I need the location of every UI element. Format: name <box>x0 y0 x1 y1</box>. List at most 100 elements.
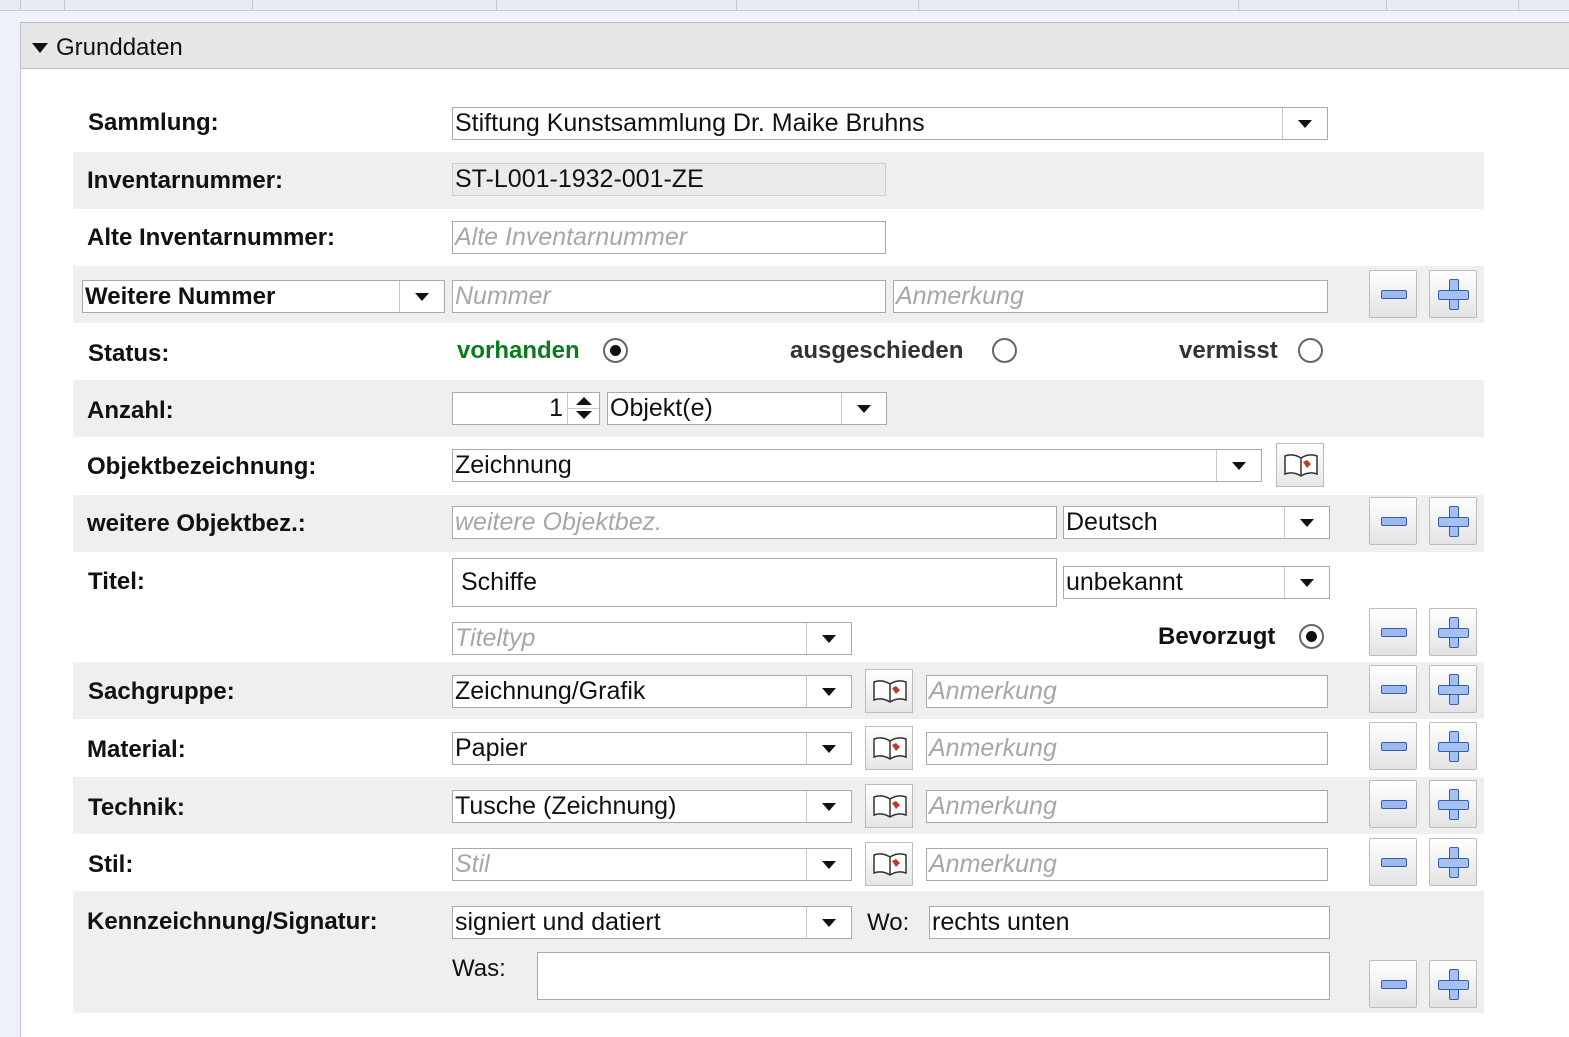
chevron-down-icon[interactable] <box>806 849 851 880</box>
plus-icon <box>1450 629 1458 637</box>
stil-label: Stil: <box>88 851 134 878</box>
chevron-down-icon[interactable] <box>1282 108 1327 139</box>
thesaurus-book-button[interactable] <box>865 726 913 770</box>
chevron-down-icon[interactable] <box>806 791 851 822</box>
plus-icon <box>1450 859 1458 867</box>
add-technik-button[interactable] <box>1429 780 1477 828</box>
inventarnummer-field: ST-L001-1932-001-ZE <box>452 163 886 196</box>
titel-input[interactable]: Schiffe <box>452 558 1057 607</box>
thesaurus-book-button[interactable] <box>865 669 913 713</box>
tab-divider <box>496 0 497 10</box>
add-weitere-nummer-button[interactable] <box>1429 270 1477 318</box>
weitere-objektbez-language-select[interactable]: Deutsch <box>1063 506 1330 539</box>
remove-weitere-objektbez-button[interactable] <box>1369 497 1417 545</box>
book-icon <box>873 680 907 703</box>
tab-divider <box>1518 0 1519 10</box>
objektbezeichnung-select[interactable]: Zeichnung <box>452 449 1262 482</box>
technik-anmerkung-input[interactable]: Anmerkung <box>926 790 1328 823</box>
plus-icon <box>1450 981 1458 989</box>
status-option-ausgeschieden[interactable]: ausgeschieden <box>790 337 963 365</box>
remove-technik-button[interactable] <box>1369 780 1417 828</box>
wo-input[interactable]: rechts unten <box>929 906 1330 939</box>
section-title: Grunddaten <box>56 34 183 61</box>
chevron-down-icon[interactable] <box>806 623 851 654</box>
add-titel-button[interactable] <box>1429 608 1477 656</box>
status-label: Status: <box>88 340 170 367</box>
stil-select[interactable]: Stil <box>452 848 852 881</box>
alte-inventarnummer-label: Alte Inventarnummer: <box>87 224 336 251</box>
status-radio-vorhanden[interactable] <box>603 338 628 363</box>
placeholder-text: Anmerkung <box>929 677 1057 705</box>
remove-weitere-nummer-button[interactable] <box>1369 270 1417 318</box>
remove-sachgruppe-button[interactable] <box>1369 665 1417 713</box>
language-value: Deutsch <box>1066 508 1158 536</box>
sachgruppe-label: Sachgruppe: <box>88 678 235 705</box>
nummer-input[interactable]: Nummer <box>452 280 886 313</box>
placeholder-text: Titeltyp <box>455 624 536 652</box>
titeltyp-select[interactable]: Titeltyp <box>452 622 852 655</box>
sachgruppe-select[interactable]: Zeichnung/Grafik <box>452 675 852 708</box>
remove-stil-button[interactable] <box>1369 838 1417 886</box>
status-radio-vermisst[interactable] <box>1298 338 1323 363</box>
chevron-down-icon[interactable] <box>399 281 444 312</box>
plus-icon <box>1450 743 1458 751</box>
material-label: Material: <box>87 736 186 763</box>
add-material-button[interactable] <box>1429 722 1477 770</box>
status-option-vorhanden[interactable]: vorhanden <box>457 337 580 365</box>
sachgruppe-anmerkung-input[interactable]: Anmerkung <box>926 675 1328 708</box>
titel-qualifier-select[interactable]: unbekannt <box>1063 566 1330 599</box>
wo-label: Wo: <box>867 909 910 936</box>
chevron-down-icon[interactable] <box>1284 507 1329 538</box>
tab-divider <box>64 0 65 10</box>
status-option-vermisst[interactable]: vermisst <box>1179 337 1278 365</box>
sammlung-value: Stiftung Kunstsammlung Dr. Maike Bruhns <box>455 109 925 137</box>
kennzeichnung-select[interactable]: signiert und datiert <box>452 906 852 939</box>
thesaurus-book-button[interactable] <box>865 784 913 828</box>
chevron-down-icon[interactable] <box>1216 450 1261 481</box>
anzahl-stepper[interactable]: 1 <box>452 392 600 425</box>
section-header[interactable] <box>20 22 1569 69</box>
weitere-nummer-anmerkung-input[interactable]: Anmerkung <box>893 280 1328 313</box>
add-sachgruppe-button[interactable] <box>1429 665 1477 713</box>
weitere-nummer-label: Weitere Nummer <box>85 283 276 310</box>
technik-select[interactable]: Tusche (Zeichnung) <box>452 790 852 823</box>
was-input[interactable] <box>537 952 1330 1000</box>
chevron-down-icon[interactable] <box>806 676 851 707</box>
was-label: Was: <box>452 955 506 982</box>
thesaurus-book-button[interactable] <box>865 842 913 886</box>
weitere-objektbez-input[interactable]: weitere Objektbez. <box>452 506 1057 539</box>
remove-titel-button[interactable] <box>1369 608 1417 656</box>
thesaurus-book-button[interactable] <box>1276 443 1324 487</box>
stepper-arrows-icon[interactable] <box>567 393 599 424</box>
book-icon <box>1284 454 1318 477</box>
status-radio-ausgeschieden[interactable] <box>992 338 1017 363</box>
chevron-down-icon[interactable] <box>841 393 886 424</box>
collapse-triangle-icon[interactable] <box>32 43 48 53</box>
stepper-up-icon[interactable] <box>576 397 592 405</box>
bevorzugt-radio[interactable] <box>1299 624 1324 649</box>
stepper-down-icon[interactable] <box>576 411 592 419</box>
plus-icon <box>1450 686 1458 694</box>
material-anmerkung-input[interactable]: Anmerkung <box>926 732 1328 765</box>
material-select[interactable]: Papier <box>452 732 852 765</box>
chevron-down-icon[interactable] <box>806 907 851 938</box>
tab-divider <box>736 0 737 10</box>
anzahl-label: Anzahl: <box>87 397 174 424</box>
alte-inventarnummer-input[interactable]: Alte Inventarnummer <box>452 221 886 254</box>
sammlung-select[interactable]: Stiftung Kunstsammlung Dr. Maike Bruhns <box>452 107 1328 140</box>
add-stil-button[interactable] <box>1429 838 1477 886</box>
technik-value: Tusche (Zeichnung) <box>455 792 677 820</box>
material-value: Papier <box>455 734 528 762</box>
anzahl-unit-select[interactable]: Objekt(e) <box>607 392 887 425</box>
chevron-down-icon[interactable] <box>806 733 851 764</box>
weitere-nummer-select[interactable]: Weitere Nummer <box>82 280 445 313</box>
remove-kennzeichnung-button[interactable] <box>1369 960 1417 1008</box>
plus-icon <box>1450 291 1458 299</box>
stil-anmerkung-input[interactable]: Anmerkung <box>926 848 1328 881</box>
tab-divider <box>1386 0 1387 10</box>
add-kennzeichnung-button[interactable] <box>1429 960 1477 1008</box>
sachgruppe-value: Zeichnung/Grafik <box>455 677 646 705</box>
add-weitere-objektbez-button[interactable] <box>1429 497 1477 545</box>
chevron-down-icon[interactable] <box>1284 567 1329 598</box>
remove-material-button[interactable] <box>1369 722 1417 770</box>
